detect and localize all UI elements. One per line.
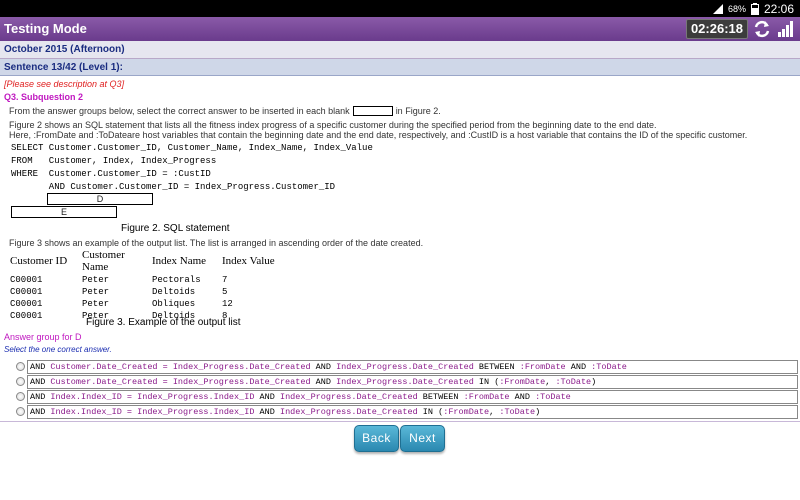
figure2-caption: Figure 2. SQL statement [121,223,230,234]
table-cell: 5 [222,287,228,297]
status-bar: 68% 22:06 [0,0,800,17]
table-row: C00001 Peter Deltoids 5 [7,286,278,298]
sql-blank-d: D [47,193,153,205]
figure3-caption: Figure 3. Example of the output list [86,317,241,328]
figure2-description: Figure 2 shows an SQL statement that lis… [9,120,657,130]
divider [0,421,800,422]
radio-button[interactable] [16,407,25,416]
countdown-timer: 02:26:18 [685,19,748,39]
figure3-description: Figure 3 shows an example of the output … [9,238,424,248]
table-cell: Pectorals [152,275,201,285]
column-header: Customer ID [10,255,68,267]
signal-bars-icon[interactable] [775,19,795,39]
intro-before: From the answer groups below, select the… [9,106,350,116]
table-cell: Peter [82,299,110,309]
blank-box [352,106,393,116]
description-note: [Please see description at Q3] [4,79,125,89]
radio-button[interactable] [16,392,25,401]
column-header: Index Name [152,255,207,267]
answer-group-title: Answer group for D [4,332,82,342]
exam-session: October 2015 (Afternoon) [4,44,125,55]
table-cell: 7 [222,275,228,285]
table-cell: Deltoids [152,287,196,297]
answer-instruction: Select the one correct answer. [4,345,112,354]
option-text[interactable]: AND Index.Index_ID = Index_Progress.Inde… [27,405,798,419]
next-button[interactable]: Next [400,425,445,452]
table-cell: C00001 [10,311,43,321]
table-cell: C00001 [10,299,43,309]
table-row: C00001 Peter Pectorals 7 [7,274,278,286]
table-cell: C00001 [10,275,43,285]
radio-button[interactable] [16,377,25,386]
table-cell: 12 [222,299,233,309]
page-title: Testing Mode [4,21,87,36]
sentence-label: Sentence 13/42 (Level 1): [4,62,123,73]
sql-blank-e: E [11,206,117,218]
title-bar: Testing Mode 02:26:18 [0,17,800,41]
sentence-bar: Sentence 13/42 (Level 1): [0,59,800,76]
exam-session-bar: October 2015 (Afternoon) [0,41,800,59]
answer-option-d[interactable]: AND Index.Index_ID = Index_Progress.Inde… [16,405,798,419]
table-cell: Peter [82,275,110,285]
sql-line-3: WHERE Customer.Customer_ID = :CustID [11,169,211,179]
option-text[interactable]: AND Customer.Date_Created = Index_Progre… [27,360,798,374]
clock: 22:06 [763,1,794,16]
signal-icon [712,3,723,14]
table-cell: Obliques [152,299,196,309]
table-cell: Peter [82,287,110,297]
answer-option-a[interactable]: AND Customer.Date_Created = Index_Progre… [16,360,798,374]
radio-button[interactable] [16,362,25,371]
column-header: Index Value [222,255,275,267]
option-text[interactable]: AND Index.Index_ID = Index_Progress.Inde… [27,390,798,404]
subquestion-title: Q3. Subquestion 2 [4,92,84,102]
variables-description: Here, :FromDate and :ToDateare host vari… [9,130,748,140]
sql-line-2: FROM Customer, Index, Index_Progress [11,156,217,166]
intro-after: in Figure 2. [395,106,441,116]
table-row: C00001 Peter Obliques 12 [7,298,278,310]
column-header: Customer Name [82,249,125,273]
answer-option-c[interactable]: AND Index.Index_ID = Index_Progress.Inde… [16,390,798,404]
table-cell: C00001 [10,287,43,297]
battery-icon [750,2,759,15]
sql-line-1: SELECT Customer.Customer_ID, Customer_Na… [11,143,373,153]
question-content: [Please see description at Q3] Q3. Subqu… [0,77,800,422]
sql-line-4: AND Customer.Customer_ID = Index_Progres… [11,182,336,192]
output-table: Customer ID Customer Name Index Name Ind… [7,249,278,322]
refresh-icon[interactable] [752,19,772,39]
battery-level: 68% [727,3,746,14]
intro-text: From the answer groups below, select the… [9,106,441,116]
table-header-row: Customer ID Customer Name Index Name Ind… [7,249,278,274]
back-button[interactable]: Back [354,425,399,452]
answer-option-b[interactable]: AND Customer.Date_Created = Index_Progre… [16,375,798,389]
option-text[interactable]: AND Customer.Date_Created = Index_Progre… [27,375,798,389]
